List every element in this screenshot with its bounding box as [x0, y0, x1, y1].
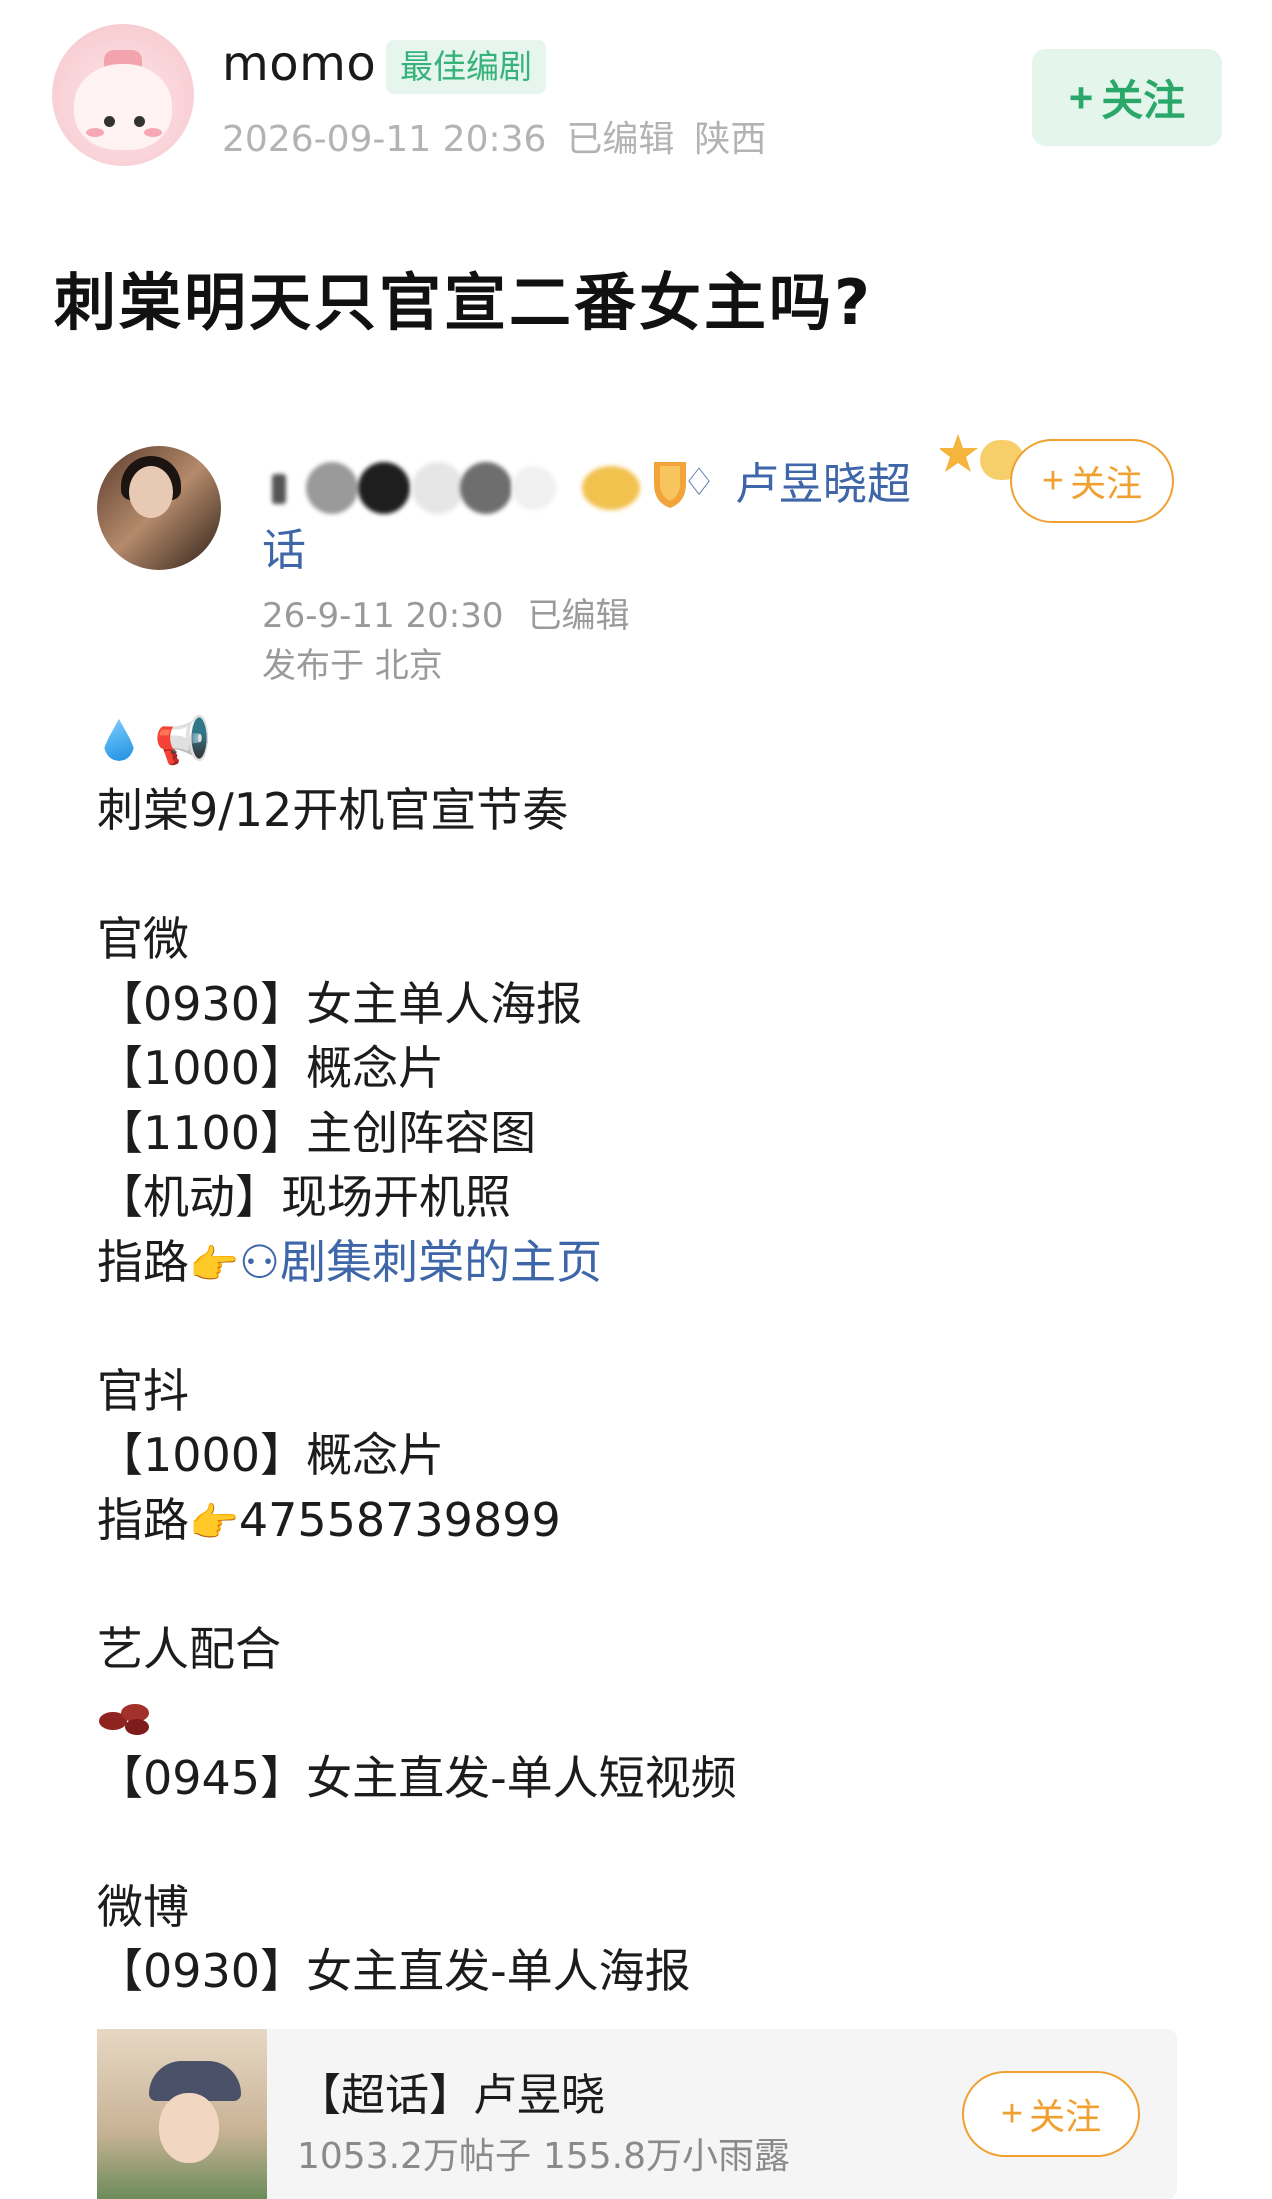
quoted-user-avatar[interactable]	[97, 446, 221, 570]
post-location: 陕西	[694, 119, 767, 160]
guide-line: 指路👉⚇剧集刺棠的主页	[97, 1230, 737, 1295]
follow-label: 关注	[1101, 77, 1186, 124]
water-drop-icon	[104, 719, 134, 761]
quoted-post-body: 刺棠9/12开机官宣节奏 官微 【0930】女主单人海报 【1000】概念片 【…	[97, 778, 737, 2004]
quoted-edited-label: 已编辑	[527, 596, 630, 636]
body-line: 艺人配合	[97, 1621, 281, 1676]
supertopic-link-continued[interactable]: 话	[262, 514, 306, 578]
quoted-post-location: 发布于 北京	[262, 646, 443, 686]
username[interactable]: momo	[222, 36, 376, 92]
user-icon: ⚇	[238, 1234, 281, 1289]
post-date: 2026-09-11 20:36	[222, 119, 547, 160]
plus-icon: +	[1041, 459, 1065, 502]
body-line: 官抖	[97, 1363, 189, 1418]
douyin-id: 47558739899	[238, 1492, 561, 1547]
guide-label: 指路	[97, 1492, 189, 1547]
supertopic-title: 【超话】卢昱晓	[297, 2070, 605, 2121]
red-beans-icon	[99, 1703, 149, 1735]
body-line: 微博	[97, 1879, 189, 1934]
avatar-blush-right	[144, 128, 162, 137]
quoted-date: 26-9-11 20:30	[262, 596, 504, 636]
avatar-eye-right	[134, 116, 145, 127]
follow-button[interactable]: + 关注	[1032, 49, 1222, 146]
quoted-post-time: 26-9-11 20:30 已编辑	[262, 588, 654, 637]
body-line	[97, 1552, 737, 1617]
body-line: 【机动】现场开机照	[97, 1170, 511, 1224]
supertopic-stats: 1053.2万帖子 155.8万小雨露	[297, 2127, 802, 2179]
avatar-blush-left	[86, 128, 104, 137]
plus-icon: +	[1068, 73, 1094, 121]
post-meta: 2026-09-11 20:36 已编辑 陕西	[222, 110, 786, 162]
edited-label: 已编辑	[566, 119, 675, 160]
body-line	[97, 1294, 737, 1359]
body-line: 【0930】女主直发-单人海报	[97, 1944, 691, 1998]
supertopic-thumbnail	[97, 2029, 267, 2199]
post-title: 刺棠明天只官宣二番女主吗?	[54, 266, 873, 339]
body-line: 【0945】女主直发-单人短视频	[97, 1750, 737, 1805]
megaphone-icon: 📢	[154, 712, 212, 767]
body-line: 官微	[97, 912, 189, 966]
quoted-follow-button[interactable]: + 关注	[1010, 439, 1174, 523]
body-line: 【1100】主创阵容图	[97, 1105, 537, 1160]
avatar-head	[129, 466, 173, 518]
plus-icon: +	[1000, 2092, 1024, 2135]
supertopic-card[interactable]: 【超话】卢昱晓 1053.2万帖子 155.8万小雨露 + 关注	[97, 2029, 1177, 2199]
pointing-hand-icon: 👉	[189, 1499, 239, 1546]
fan-count: 155.8万小雨露	[542, 2136, 791, 2177]
follow-label: 关注	[1029, 2096, 1102, 2137]
emoji-row: 📢	[104, 712, 211, 768]
body-line: 【1000】概念片	[97, 1041, 445, 1095]
guide-label: 指路	[97, 1234, 189, 1289]
diamond-icon: ♢	[682, 460, 717, 504]
body-line: 【0930】女主单人海报	[97, 976, 583, 1031]
thumbnail-face	[159, 2093, 219, 2163]
body-line	[97, 1810, 737, 1875]
guide-line: 指路👉47558739899	[97, 1488, 737, 1553]
avatar-face	[74, 64, 172, 150]
post-count: 1053.2万帖子	[297, 2136, 531, 2177]
beans-line	[97, 1681, 737, 1746]
supertopic-link[interactable]: 卢昱晓超	[735, 448, 911, 512]
user-avatar[interactable]	[52, 24, 194, 166]
follow-label: 关注	[1070, 463, 1143, 504]
drama-homepage-link[interactable]: 剧集刺棠的主页	[280, 1235, 602, 1289]
user-badge: 最佳编剧	[386, 40, 546, 94]
pointing-hand-icon: 👉	[189, 1241, 239, 1288]
body-line: 【1000】概念片	[97, 1428, 445, 1482]
avatar-eye-left	[104, 116, 115, 127]
body-line: 刺棠9/12开机官宣节奏	[97, 783, 569, 837]
blurred-username[interactable]	[262, 456, 682, 520]
body-line	[97, 843, 737, 908]
supertopic-follow-button[interactable]: + 关注	[962, 2071, 1140, 2157]
